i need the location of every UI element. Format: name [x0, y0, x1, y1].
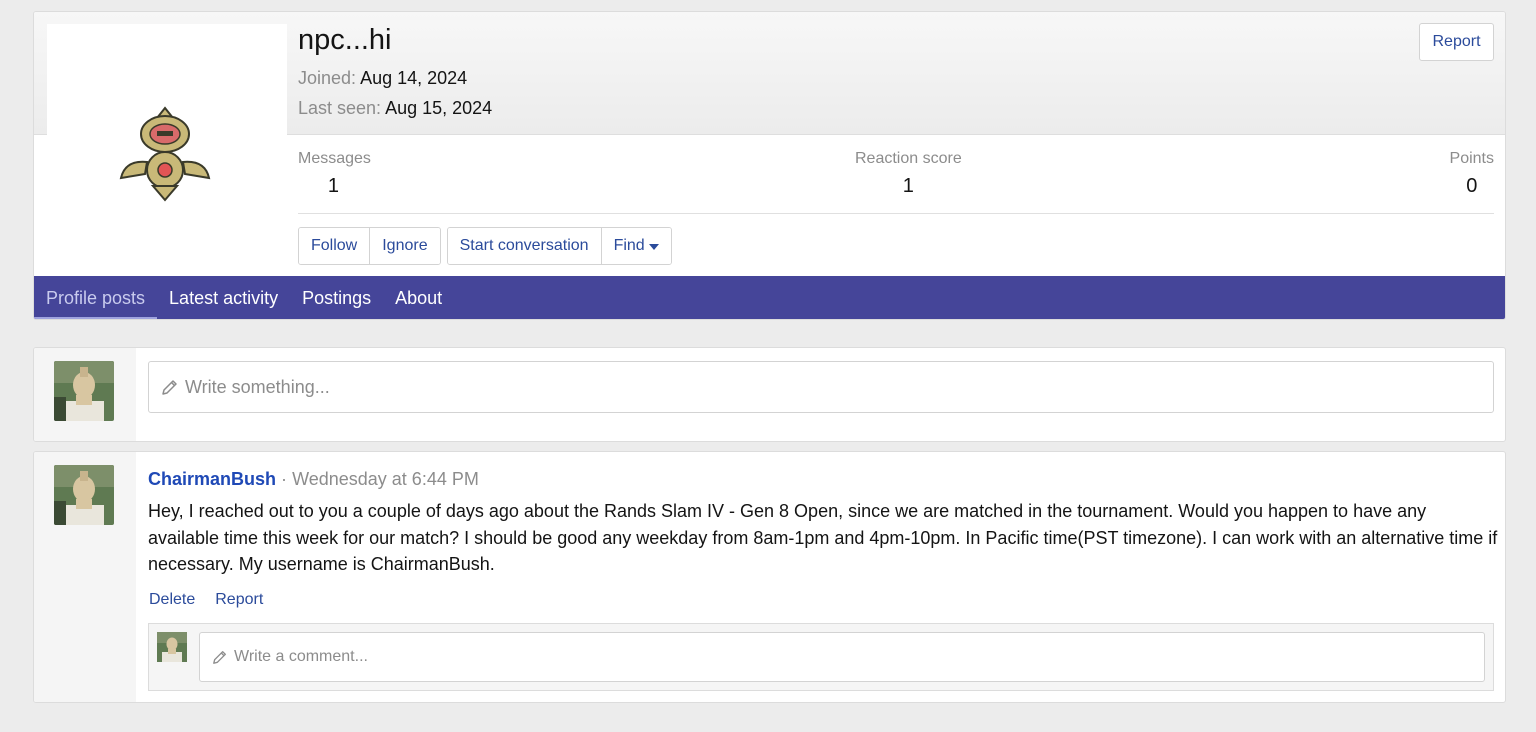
- start-conversation-button[interactable]: Start conversation: [447, 228, 601, 264]
- find-dropdown-button[interactable]: Find: [600, 228, 671, 264]
- profile-header: npc...hi Joined: Aug 14, 2024 Last seen:…: [33, 11, 1506, 320]
- stat-messages-label: Messages: [298, 150, 371, 167]
- post-author-link[interactable]: ChairmanBush: [148, 469, 276, 489]
- report-post-link[interactable]: Report: [215, 591, 263, 609]
- find-label: Find: [613, 237, 645, 254]
- write-comment-placeholder: Write a comment...: [234, 648, 368, 665]
- joined-line: Joined: Aug 14, 2024: [298, 68, 467, 89]
- stat-messages[interactable]: Messages 1: [298, 150, 371, 198]
- baltoy-sprite-icon: [119, 106, 211, 202]
- user-photo-icon: [157, 632, 187, 662]
- author-avatar[interactable]: [54, 465, 114, 525]
- caret-down-icon: [648, 244, 659, 250]
- user-photo-icon: [54, 465, 114, 525]
- compose-profile-post: Write something...: [33, 347, 1506, 442]
- pencil-icon: [162, 380, 177, 395]
- stat-points-label: Points: [1449, 150, 1494, 167]
- tab-about[interactable]: About: [383, 276, 454, 319]
- profile-tabs: Profile posts Latest activity Postings A…: [34, 276, 1505, 319]
- post-header: ChairmanBush · Wednesday at 6:44 PM: [148, 469, 479, 490]
- commenter-avatar[interactable]: [157, 632, 187, 662]
- stat-reaction-value: 1: [902, 175, 914, 197]
- write-comment-input[interactable]: Write a comment...: [199, 632, 1485, 682]
- follow-button[interactable]: Follow: [299, 228, 370, 264]
- current-user-avatar[interactable]: [54, 361, 114, 421]
- user-photo-icon: [54, 361, 114, 421]
- tab-profile-posts[interactable]: Profile posts: [34, 276, 158, 319]
- profile-avatar[interactable]: [47, 24, 287, 274]
- last-seen-label: Last seen:: [298, 98, 382, 118]
- profile-action-buttons: Follow Ignore Start conversation Find: [298, 227, 678, 265]
- profile-post: ChairmanBush · Wednesday at 6:44 PM Hey,…: [33, 451, 1506, 703]
- report-profile-button[interactable]: Report: [1419, 23, 1494, 61]
- last-seen-line: Last seen: Aug 15, 2024: [298, 98, 492, 119]
- profile-stats: Messages 1 Reaction score 1 Points 0: [298, 135, 1494, 214]
- stat-points[interactable]: Points 0: [1450, 150, 1494, 198]
- stat-reaction-score: Reaction score 1: [855, 150, 962, 198]
- post-body: Hey, I reached out to you a couple of da…: [148, 501, 1498, 574]
- header-separator: ·: [281, 469, 288, 489]
- ignore-button[interactable]: Ignore: [369, 228, 440, 264]
- post-actions: Delete Report: [149, 591, 263, 609]
- joined-label: Joined:: [298, 68, 357, 88]
- conversation-find-group: Start conversation Find: [446, 227, 672, 265]
- stat-points-value: 0: [1466, 175, 1478, 197]
- tab-postings[interactable]: Postings: [290, 276, 383, 319]
- stat-reaction-label: Reaction score: [855, 150, 962, 167]
- stat-messages-value: 1: [327, 175, 340, 197]
- delete-post-link[interactable]: Delete: [149, 591, 195, 609]
- joined-date: Aug 14, 2024: [360, 68, 468, 88]
- pencil-icon: [213, 651, 226, 664]
- last-seen-date[interactable]: Aug 15, 2024: [385, 98, 492, 118]
- comment-area: Write a comment...: [148, 623, 1494, 691]
- tab-latest-activity[interactable]: Latest activity: [157, 276, 290, 319]
- follow-ignore-group: Follow Ignore: [298, 227, 441, 265]
- post-timestamp[interactable]: Wednesday at 6:44 PM: [292, 469, 479, 489]
- profile-username: npc...hi: [298, 24, 392, 56]
- write-something-placeholder: Write something...: [185, 376, 330, 397]
- write-something-input[interactable]: Write something...: [148, 361, 1494, 413]
